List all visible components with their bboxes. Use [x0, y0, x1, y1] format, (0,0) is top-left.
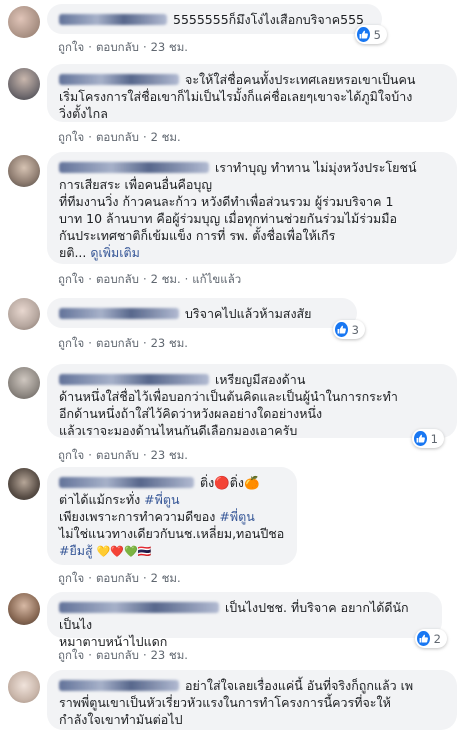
comment-actions: ถูกใจ · ตอบกลับ · 2 ชม. [58, 571, 181, 585]
comment-actions: ถูกใจ · ตอบกลับ · 23 ชม. [58, 40, 188, 54]
timestamp[interactable]: 2 ชม. [151, 130, 181, 144]
reply-link[interactable]: ตอบกลับ [96, 336, 139, 350]
like-icon [417, 631, 430, 646]
like-count: 1 [430, 431, 438, 446]
reply-link[interactable]: ตอบกลับ [96, 648, 139, 662]
timestamp[interactable]: 2 ชม. [151, 272, 181, 286]
reaction-count[interactable]: 1 [412, 429, 444, 448]
comment-actions: ถูกใจ · ตอบกลับ · 23 ชม. [58, 448, 188, 462]
avatar[interactable] [8, 6, 40, 38]
author-name[interactable] [59, 14, 167, 25]
comment-bubble: อย่าใส่ใจเลยเรื่องแค่นี้ อันที่จริงก็ถูก… [47, 670, 457, 730]
comment-bubble: เป็นไงปชช. ที่บริจาค อยากได้ดีนัก เป็นไง… [47, 592, 442, 649]
like-link[interactable]: ถูกใจ [58, 448, 84, 462]
timestamp[interactable]: 23 ชม. [151, 336, 188, 350]
like-icon [414, 431, 427, 446]
like-link[interactable]: ถูกใจ [58, 648, 84, 662]
reaction-count[interactable]: 2 [415, 629, 447, 648]
comment-bubble: เราทำบุญ ทำทาน ไม่มุ่งหวังประโยชน์ การเส… [47, 152, 457, 264]
timestamp[interactable]: 23 ชม. [151, 648, 188, 662]
comment-line: เพียงเพราะการทำความดีของ [59, 509, 216, 524]
like-count: 3 [351, 322, 359, 337]
like-count: 2 [433, 631, 441, 646]
reply-link[interactable]: ตอบกลับ [96, 571, 139, 585]
comment-bubble: ติ่ง🔴ติ่ง🍊 ต่าได้แม้กระทั่ง #พี่ตูน เพีย… [47, 467, 297, 565]
like-icon [335, 322, 348, 337]
comment-bubble: 5555555ก็มึงโง่ไงเสือกบริจาค555 [47, 4, 382, 34]
like-icon [357, 27, 370, 42]
reaction-count[interactable]: 5 [355, 25, 387, 44]
author-name[interactable] [59, 374, 209, 385]
avatar[interactable] [8, 367, 40, 399]
comment-actions: ถูกใจ · ตอบกลับ · 23 ชม. [58, 648, 188, 662]
reply-link[interactable]: ตอบกลับ [96, 448, 139, 462]
author-name[interactable] [59, 602, 219, 613]
edited-label[interactable]: แก้ไขแล้ว [192, 272, 241, 286]
reply-link[interactable]: ตอบกลับ [96, 40, 139, 54]
comment-bubble: จะให้ใส่ชื่อคนทั้งประเทศเลยหรอเขาเป็นคน … [47, 64, 457, 122]
avatar[interactable] [8, 593, 40, 625]
comment-actions: ถูกใจ · ตอบกลับ · 2 ชม. · แก้ไขแล้ว [58, 272, 242, 286]
author-name[interactable] [59, 477, 194, 488]
reply-link[interactable]: ตอบกลับ [96, 130, 139, 144]
hashtag-link[interactable]: #พี่ตูน [144, 492, 179, 507]
like-count: 5 [373, 27, 381, 42]
reaction-count[interactable]: 3 [333, 320, 365, 339]
reply-link[interactable]: ตอบกลับ [96, 272, 139, 286]
author-name[interactable] [59, 74, 179, 85]
comment-bubble: เหรียญมีสองด้าน ด้านหนึ่งใส่ชื่อไว้เพื่อ… [47, 364, 457, 438]
timestamp[interactable]: 23 ชม. [151, 40, 188, 54]
timestamp[interactable]: 2 ชม. [151, 571, 181, 585]
comment-actions: ถูกใจ · ตอบกลับ · 23 ชม. [58, 336, 188, 350]
author-name[interactable] [59, 680, 179, 691]
like-link[interactable]: ถูกใจ [58, 40, 84, 54]
comment-text: 5555555ก็มึงโง่ไงเสือกบริจาค555 [173, 12, 364, 27]
like-link[interactable]: ถูกใจ [58, 336, 84, 350]
comment-line: ต่าได้แม้กระทั่ง [59, 492, 141, 507]
hashtag-link[interactable]: #ยืมสู้ [59, 543, 93, 558]
author-name[interactable] [59, 308, 179, 319]
comment-line: ติ่ง🔴ติ่ง🍊 [200, 475, 260, 490]
avatar[interactable] [8, 468, 40, 500]
avatar[interactable] [8, 68, 40, 100]
avatar[interactable] [8, 298, 40, 330]
see-more-link[interactable]: ดูเพิ่มเติม [90, 245, 140, 260]
hashtag-link[interactable]: #พี่ตูน [219, 509, 254, 524]
comment-actions: ถูกใจ · ตอบกลับ · 2 ชม. [58, 130, 181, 144]
like-link[interactable]: ถูกใจ [58, 130, 84, 144]
avatar[interactable] [8, 155, 40, 187]
comment-text: บริจาคไปแล้วห้ามสงสัย [185, 306, 312, 321]
like-link[interactable]: ถูกใจ [58, 571, 84, 585]
avatar[interactable] [8, 671, 40, 703]
like-link[interactable]: ถูกใจ [58, 272, 84, 286]
comment-line: ไม่ใช่แนวทางเดียวกับนช.เหลี่ยม,ทอนปีชอ [59, 526, 285, 541]
author-name[interactable] [59, 162, 209, 173]
comment-bubble: บริจาคไปแล้วห้ามสงสัย [47, 298, 357, 328]
emoji-hearts-flag: 💛❤️💚🇹🇭 [96, 545, 152, 558]
timestamp[interactable]: 23 ชม. [151, 448, 188, 462]
